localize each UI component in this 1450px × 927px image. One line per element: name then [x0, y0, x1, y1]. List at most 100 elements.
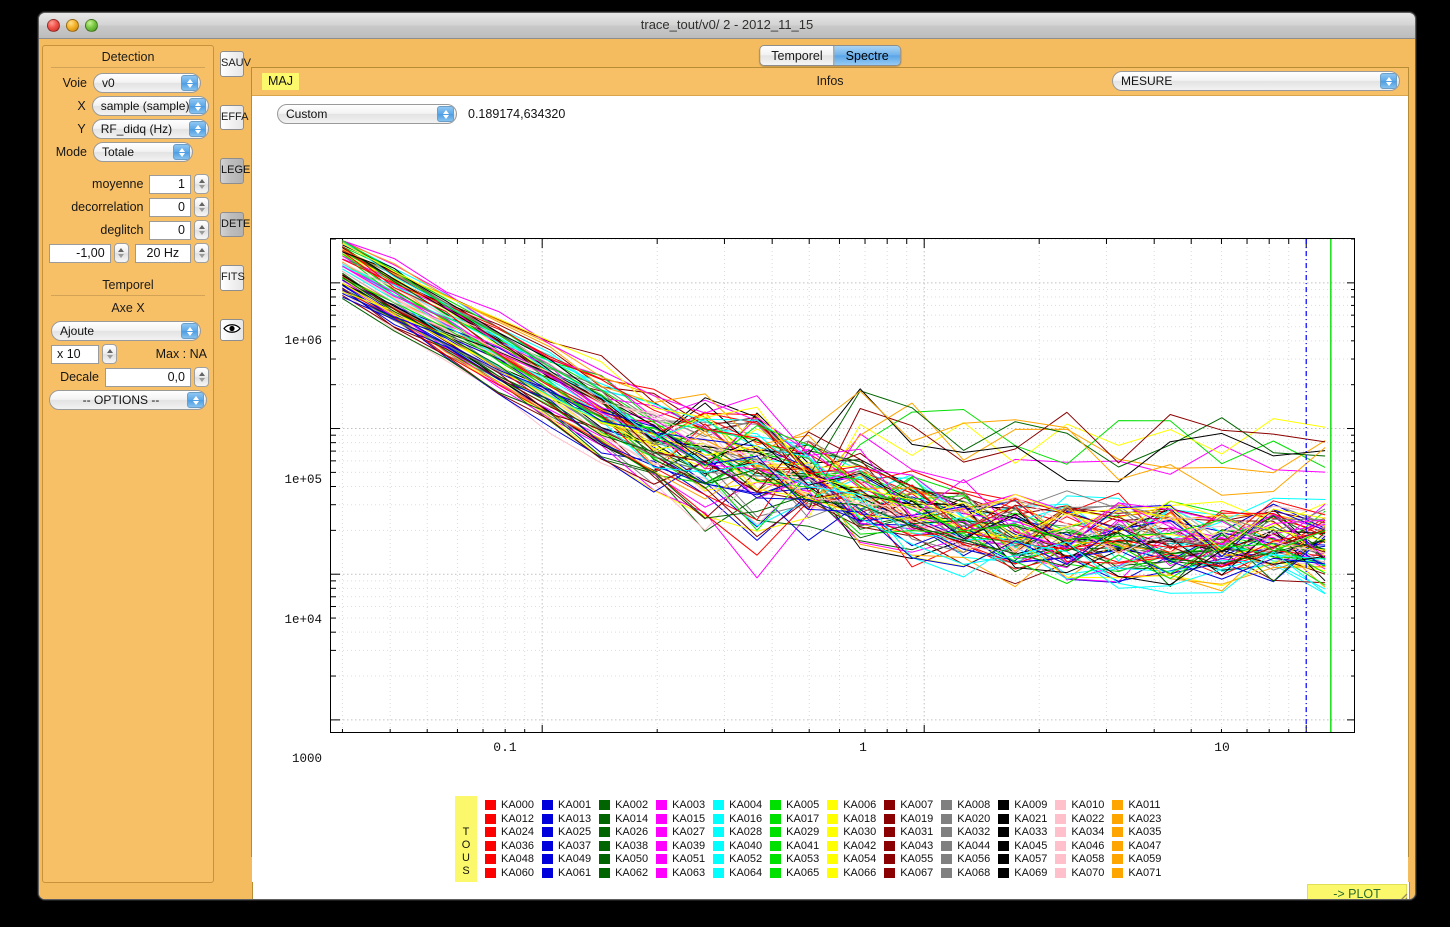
- legend-item[interactable]: KA064: [705, 867, 762, 879]
- decale-stepper[interactable]: [194, 367, 209, 387]
- legend-item[interactable]: KA007: [876, 799, 933, 811]
- legend-item[interactable]: KA039: [648, 840, 705, 852]
- chevron-updown-icon[interactable]: [181, 75, 198, 91]
- legend-item[interactable]: KA020: [933, 813, 990, 825]
- rail-tab-sauv[interactable]: SAUV: [220, 51, 244, 77]
- legend-color-swatch[interactable]: [599, 827, 610, 837]
- legend-color-swatch[interactable]: [1055, 814, 1066, 824]
- tab-temporel[interactable]: Temporel: [760, 46, 833, 65]
- legend-item[interactable]: KA017: [762, 813, 819, 825]
- legend-item[interactable]: KA030: [819, 826, 876, 838]
- legend-color-swatch[interactable]: [884, 814, 895, 824]
- resize-grip-icon[interactable]: [1394, 890, 1408, 900]
- legend-item[interactable]: KA009: [990, 799, 1047, 811]
- legend-item[interactable]: KA005: [762, 799, 819, 811]
- legend-color-swatch[interactable]: [656, 868, 667, 878]
- legend-color-swatch[interactable]: [542, 827, 553, 837]
- legend-color-swatch[interactable]: [713, 800, 724, 810]
- legend-color-swatch[interactable]: [485, 814, 496, 824]
- range-low-input[interactable]: -1,00: [49, 244, 111, 263]
- legend-item[interactable]: KA012: [477, 813, 534, 825]
- legend-item[interactable]: KA070: [1047, 867, 1104, 879]
- legend-color-swatch[interactable]: [1112, 827, 1123, 837]
- mesure-select[interactable]: MESURE: [1112, 71, 1400, 91]
- legend-color-swatch[interactable]: [1055, 827, 1066, 837]
- legend-color-swatch[interactable]: [485, 800, 496, 810]
- voie-select[interactable]: v0: [93, 73, 201, 93]
- legend-item[interactable]: KA028: [705, 826, 762, 838]
- axe-x-select[interactable]: Ajoute: [51, 321, 201, 341]
- legend-color-swatch[interactable]: [827, 868, 838, 878]
- legend-color-swatch[interactable]: [1112, 854, 1123, 864]
- multiplier-stepper[interactable]: [102, 344, 117, 364]
- chevron-updown-icon[interactable]: [189, 98, 206, 114]
- multiplier-input[interactable]: x 10: [51, 345, 99, 364]
- legend-color-swatch[interactable]: [770, 868, 781, 878]
- legend-item[interactable]: KA047: [1104, 840, 1161, 852]
- legend-item[interactable]: KA014: [591, 813, 648, 825]
- legend-item[interactable]: KA033: [990, 826, 1047, 838]
- legend-color-swatch[interactable]: [941, 841, 952, 851]
- legend-item[interactable]: KA011: [1104, 799, 1161, 811]
- legend-item[interactable]: KA058: [1047, 853, 1104, 865]
- plot-button[interactable]: -> PLOT: [1307, 884, 1407, 900]
- legend-color-swatch[interactable]: [656, 827, 667, 837]
- chevron-updown-icon[interactable]: [181, 323, 198, 339]
- legend-item[interactable]: KA001: [534, 799, 591, 811]
- rail-tab-legende[interactable]: LEGENDE: [220, 158, 244, 184]
- legend-color-swatch[interactable]: [1055, 841, 1066, 851]
- legend-item[interactable]: KA023: [1104, 813, 1161, 825]
- plot-area[interactable]: RF_didq (0.001 Hz) 1e+06 1e+05 1e+04 100…: [252, 132, 1408, 792]
- legend-item[interactable]: KA018: [819, 813, 876, 825]
- legend-color-swatch[interactable]: [713, 827, 724, 837]
- legend-color-swatch[interactable]: [770, 827, 781, 837]
- legend-color-swatch[interactable]: [998, 800, 1009, 810]
- legend-item[interactable]: KA061: [534, 867, 591, 879]
- legend-color-swatch[interactable]: [884, 854, 895, 864]
- sample-rate-input[interactable]: 20 Hz: [135, 244, 191, 263]
- legend-item[interactable]: KA066: [819, 867, 876, 879]
- legend-color-swatch[interactable]: [542, 800, 553, 810]
- deglitch-input[interactable]: 0: [149, 221, 191, 240]
- legend-color-swatch[interactable]: [941, 800, 952, 810]
- moyenne-stepper[interactable]: [194, 174, 209, 194]
- legend-color-swatch[interactable]: [485, 868, 496, 878]
- legend-color-swatch[interactable]: [998, 827, 1009, 837]
- x-select[interactable]: sample (sample): [92, 96, 209, 116]
- legend-item[interactable]: KA036: [477, 840, 534, 852]
- legend-color-swatch[interactable]: [656, 814, 667, 824]
- legend-color-swatch[interactable]: [884, 827, 895, 837]
- plot-canvas[interactable]: [330, 238, 1355, 733]
- legend-item[interactable]: KA038: [591, 840, 648, 852]
- legend-color-swatch[interactable]: [1055, 800, 1066, 810]
- legend-item[interactable]: KA044: [933, 840, 990, 852]
- legend-color-swatch[interactable]: [1112, 841, 1123, 851]
- legend-item[interactable]: KA002: [591, 799, 648, 811]
- legend-color-swatch[interactable]: [941, 854, 952, 864]
- chevron-updown-icon[interactable]: [189, 121, 206, 137]
- legend-item[interactable]: KA016: [705, 813, 762, 825]
- legend-color-swatch[interactable]: [485, 841, 496, 851]
- legend-color-swatch[interactable]: [941, 868, 952, 878]
- legend-item[interactable]: KA019: [876, 813, 933, 825]
- legend-item[interactable]: KA049: [534, 853, 591, 865]
- legend-color-swatch[interactable]: [827, 827, 838, 837]
- legend-color-swatch[interactable]: [998, 854, 1009, 864]
- legend-item[interactable]: KA008: [933, 799, 990, 811]
- legend-item[interactable]: KA026: [591, 826, 648, 838]
- legend-item[interactable]: KA040: [705, 840, 762, 852]
- legend-item[interactable]: KA046: [1047, 840, 1104, 852]
- legend-item[interactable]: KA067: [876, 867, 933, 879]
- legend-item[interactable]: KA025: [534, 826, 591, 838]
- legend-color-swatch[interactable]: [770, 814, 781, 824]
- legend-color-swatch[interactable]: [884, 841, 895, 851]
- legend-color-swatch[interactable]: [542, 841, 553, 851]
- legend-item[interactable]: KA051: [648, 853, 705, 865]
- legend-item[interactable]: KA024: [477, 826, 534, 838]
- legend-color-swatch[interactable]: [827, 841, 838, 851]
- legend-color-swatch[interactable]: [998, 868, 1009, 878]
- legend-item[interactable]: KA052: [705, 853, 762, 865]
- legend-item[interactable]: KA048: [477, 853, 534, 865]
- legend-item[interactable]: KA041: [762, 840, 819, 852]
- chevron-updown-icon[interactable]: [437, 106, 454, 122]
